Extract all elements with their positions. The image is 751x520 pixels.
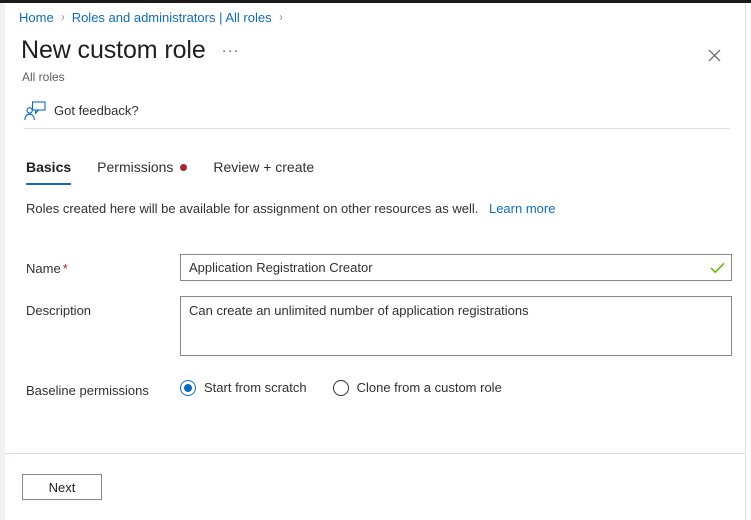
name-required-marker: * xyxy=(63,261,68,276)
next-button[interactable]: Next xyxy=(22,474,102,500)
page-subtitle: All roles xyxy=(22,69,65,85)
tab-permissions-label: Permissions xyxy=(97,158,173,177)
more-options-ellipsis-icon[interactable]: ··· xyxy=(222,41,240,61)
got-feedback-label: Got feedback? xyxy=(54,102,139,120)
tab-review-create[interactable]: Review + create xyxy=(213,158,314,185)
radio-selected-icon xyxy=(180,380,196,396)
footer-divider xyxy=(5,453,746,454)
tab-bar: Basics Permissions Review + create xyxy=(26,158,340,185)
tab-basics-label: Basics xyxy=(26,158,71,177)
radio-clone-from-custom-role-label: Clone from a custom role xyxy=(357,379,502,397)
got-feedback-button[interactable]: Got feedback? xyxy=(24,99,139,123)
close-icon xyxy=(708,49,721,62)
name-input-wrapper xyxy=(180,254,732,281)
breadcrumb-item-home[interactable]: Home xyxy=(19,9,54,26)
command-bar-divider xyxy=(24,128,730,129)
breadcrumb: Home › Roles and administrators | All ro… xyxy=(19,9,290,26)
blade-right-edge xyxy=(746,3,751,520)
close-blade-button[interactable] xyxy=(701,42,727,68)
tab-permissions[interactable]: Permissions xyxy=(97,158,187,185)
description-textarea[interactable] xyxy=(180,296,732,356)
name-input[interactable] xyxy=(181,255,705,280)
page-title: New custom role xyxy=(21,34,206,66)
name-field-label: Name* xyxy=(26,260,68,278)
title-row: New custom role ··· xyxy=(21,34,240,66)
radio-unselected-icon xyxy=(333,380,349,396)
baseline-permissions-label: Baseline permissions xyxy=(26,382,149,400)
feedback-person-icon xyxy=(24,101,46,121)
tab-review-create-label: Review + create xyxy=(213,158,314,177)
breadcrumb-item-roles-and-administrators[interactable]: Roles and administrators | All roles xyxy=(72,9,272,26)
checkmark-icon xyxy=(710,262,725,274)
radio-clone-from-custom-role[interactable]: Clone from a custom role xyxy=(333,379,502,397)
learn-more-link[interactable]: Learn more xyxy=(489,201,555,216)
description-field-label: Description xyxy=(26,302,91,320)
name-label-text: Name xyxy=(26,261,61,276)
tab-permissions-badge-dot xyxy=(180,164,187,171)
breadcrumb-chevron-icon: › xyxy=(279,9,282,26)
info-text-row: Roles created here will be available for… xyxy=(26,200,555,218)
info-text: Roles created here will be available for… xyxy=(26,201,478,216)
name-validation-icon-wrap xyxy=(705,255,729,280)
radio-start-from-scratch-label: Start from scratch xyxy=(204,379,307,397)
baseline-permissions-radio-group: Start from scratch Clone from a custom r… xyxy=(180,379,528,397)
tab-basics[interactable]: Basics xyxy=(26,158,71,185)
breadcrumb-chevron-icon: › xyxy=(61,9,64,26)
radio-start-from-scratch[interactable]: Start from scratch xyxy=(180,379,307,397)
